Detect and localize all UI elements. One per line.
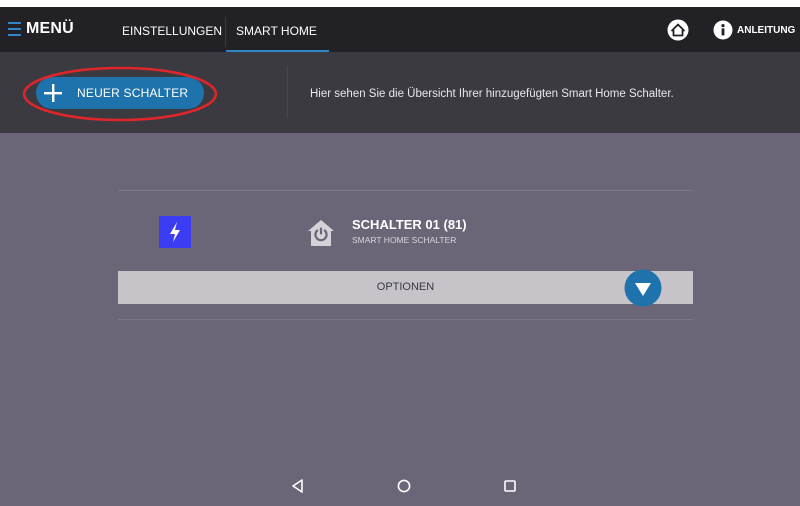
home-circle-icon[interactable]: [396, 478, 412, 494]
card-divider-top: [118, 190, 693, 191]
hamburger-icon: [8, 22, 21, 36]
back-icon[interactable]: [290, 478, 306, 494]
tab-smart-home[interactable]: SMART HOME: [236, 7, 317, 52]
action-bar: NEUER SCHALTER Hier sehen Sie die Übersi…: [0, 52, 800, 133]
options-bar[interactable]: OPTIONEN: [118, 271, 693, 304]
overview-description: Hier sehen Sie die Übersicht Ihrer hinzu…: [310, 88, 674, 100]
card-divider-bottom: [118, 319, 693, 320]
home-icon[interactable]: [667, 19, 689, 41]
app-screen: MENÜ EINSTELLUNGEN SMART HOME ANLEITUNG …: [0, 7, 800, 506]
menu-button[interactable]: MENÜ: [8, 17, 74, 41]
top-navigation-bar: MENÜ EINSTELLUNGEN SMART HOME ANLEITUNG: [0, 7, 800, 52]
action-divider: [287, 66, 288, 118]
tab-divider: [225, 17, 226, 47]
lightning-bolt-icon: [159, 216, 191, 248]
tab-einstellungen[interactable]: EINSTELLUNGEN: [122, 7, 222, 52]
options-label: OPTIONEN: [376, 281, 435, 293]
recent-apps-icon[interactable]: [502, 478, 518, 494]
help-label: ANLEITUNG: [737, 24, 796, 36]
switch-type: SMART HOME SCHALTER: [352, 235, 457, 245]
new-switch-label: NEUER SCHALTER: [77, 86, 189, 100]
menu-label: MENÜ: [26, 20, 74, 37]
new-switch-button[interactable]: NEUER SCHALTER: [36, 77, 204, 109]
expand-options-chevron-icon[interactable]: [624, 269, 662, 307]
smart-switch-house-icon: [308, 220, 334, 246]
info-icon: [713, 20, 733, 40]
switch-name: SCHALTER 01 (81): [352, 217, 467, 232]
help-button[interactable]: ANLEITUNG: [713, 19, 795, 41]
plus-icon: [44, 84, 62, 102]
